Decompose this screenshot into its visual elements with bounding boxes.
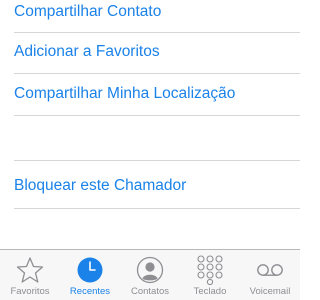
separator — [14, 160, 300, 161]
tab-label: Favoritos — [10, 286, 50, 297]
tab-keypad[interactable]: Teclado — [180, 250, 240, 300]
share-my-location-button[interactable]: Compartilhar Minha Localização — [14, 73, 300, 115]
tab-recents[interactable]: Recentes — [60, 250, 120, 300]
star-icon — [16, 255, 44, 285]
tab-bar: Favoritos Recentes Contatos Teclado Voic… — [0, 249, 300, 300]
separator — [14, 208, 300, 209]
contacts-icon — [136, 255, 164, 285]
add-to-favorites-button[interactable]: Adicionar a Favoritos — [14, 31, 300, 73]
block-caller-button[interactable]: Bloquear este Chamador — [14, 165, 300, 207]
separator — [14, 115, 300, 116]
share-contact-button[interactable]: Compartilhar Contato — [14, 0, 300, 33]
clock-icon — [76, 255, 104, 285]
tab-label: Contatos — [130, 286, 170, 297]
tab-label: Voicemail — [249, 286, 291, 297]
tab-contacts[interactable]: Contatos — [120, 250, 180, 300]
tab-label: Teclado — [193, 286, 227, 297]
tab-label: Recentes — [69, 286, 111, 297]
voicemail-icon — [255, 255, 285, 285]
keypad-icon — [196, 255, 224, 285]
tab-favorites[interactable]: Favoritos — [0, 250, 60, 300]
tab-voicemail[interactable]: Voicemail — [240, 250, 300, 300]
